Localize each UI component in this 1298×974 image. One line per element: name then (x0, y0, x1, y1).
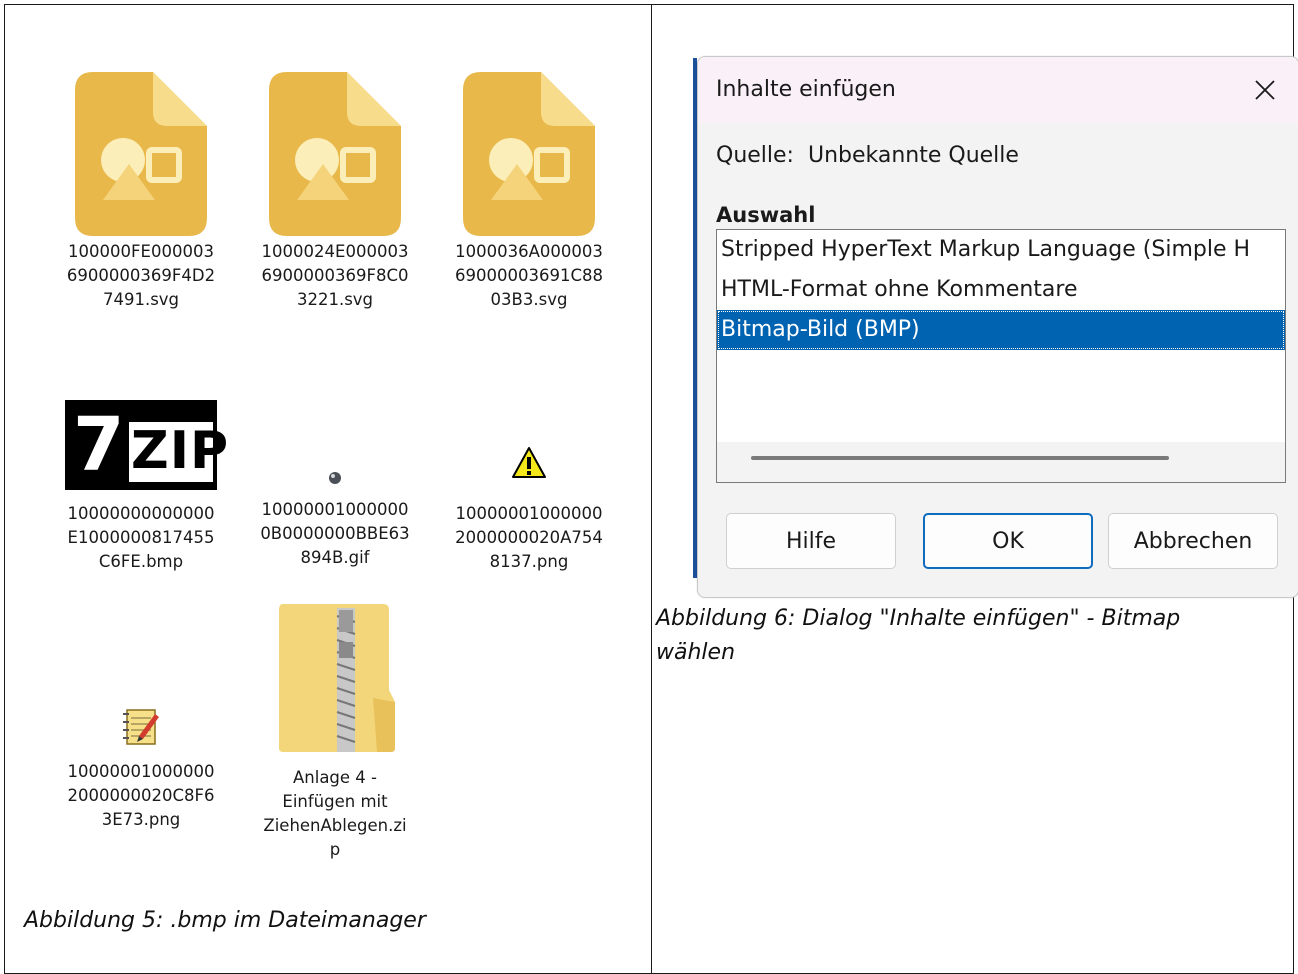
7zip-thumbnail-icon: 7 ZIP (65, 400, 228, 490)
file-item[interactable]: 10000001000000 2000000020C8F6 3E73.png (51, 706, 231, 832)
selection-label: Auswahl (716, 203, 816, 227)
source-label: Quelle: (716, 143, 794, 168)
source-row: Quelle: Unbekannte Quelle (716, 143, 1019, 168)
list-item[interactable]: Stripped HyperText Markup Language (Simp… (717, 230, 1285, 270)
horizontal-scrollbar[interactable] (717, 442, 1285, 482)
close-icon[interactable] (1240, 67, 1290, 113)
file-item[interactable]: 1000036A000003 69000003691C88 03B3.svg (439, 68, 619, 312)
source-value: Unbekannte Quelle (807, 143, 1019, 168)
file-item[interactable]: 1000024E000003 6900000369F8C0 3221.svg (245, 68, 425, 312)
small-ball-icon (328, 470, 342, 484)
notepad-icon (121, 706, 161, 746)
cancel-button[interactable]: Abbrechen (1108, 513, 1278, 569)
figure-caption-left: Abbildung 5: .bmp im Dateimanager (24, 908, 426, 933)
paste-special-dialog: Inhalte einfügen Quelle: Unbekannte Quell… (697, 56, 1298, 598)
format-listbox[interactable]: Stripped HyperText Markup Language (Simp… (716, 229, 1286, 483)
file-item[interactable]: 10000001000000 0B0000000BBE63 894B.gif (245, 470, 425, 570)
seven-zip-label: ZIP (131, 421, 230, 481)
zip-folder-icon (273, 602, 397, 754)
image-file-icon (71, 68, 211, 238)
list-item[interactable]: Bitmap-Bild (BMP) (717, 310, 1285, 350)
file-item[interactable]: 7 ZIP 10000000000000 E1000000817455 C6FE.b… (51, 400, 231, 574)
list-item[interactable]: HTML-Format ohne Kommentare (717, 270, 1285, 310)
figure-caption-right: Abbildung 6: Dialog "Inhalte einfügen" -… (656, 606, 1181, 665)
scrollbar-thumb[interactable] (751, 456, 1169, 460)
help-button[interactable]: Hilfe (726, 513, 896, 569)
file-item[interactable]: 100000FE000003 6900000369F4D2 7491.svg (51, 68, 231, 312)
warning-icon (511, 446, 547, 480)
image-file-icon (265, 68, 405, 238)
image-file-icon (459, 68, 599, 238)
file-item[interactable]: Anlage 4 - Einfügen mit ZiehenAblegen.zi p (245, 602, 425, 862)
ok-button[interactable]: OK (923, 513, 1093, 569)
dialog-title: Inhalte einfügen (716, 77, 896, 102)
file-item[interactable]: 10000001000000 2000000020A754 8137.png (439, 446, 619, 574)
seven-zip-seven: 7 (73, 402, 125, 488)
dialog-title-bar[interactable]: Inhalte einfügen (698, 57, 1298, 123)
